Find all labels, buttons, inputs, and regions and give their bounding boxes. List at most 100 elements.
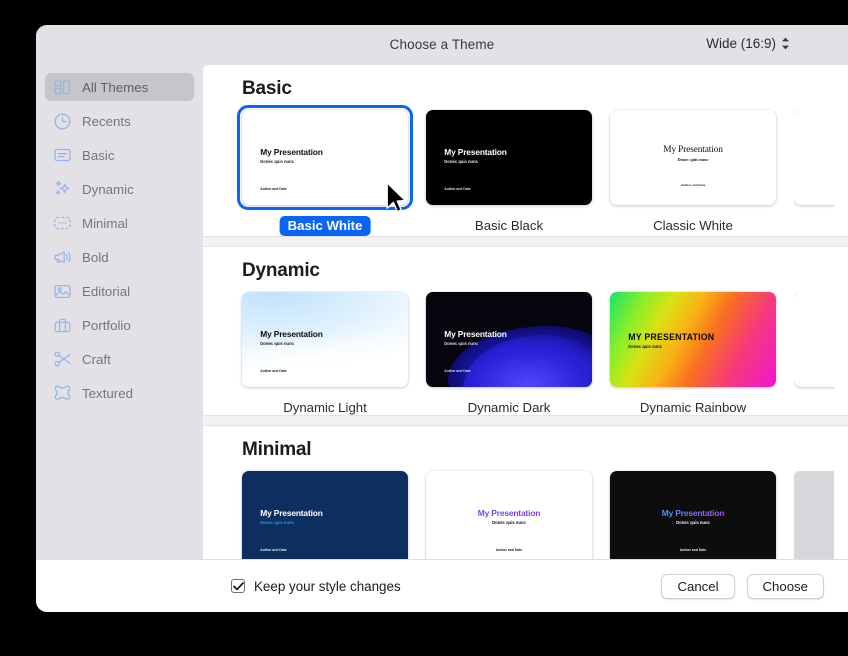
clock-icon xyxy=(53,112,72,131)
chevron-up-down-icon xyxy=(781,37,790,50)
sidebar-item-craft[interactable]: Craft xyxy=(45,345,194,373)
theme-card-basic-black[interactable]: My Presentation Donec quis nunc Author a… xyxy=(426,110,592,236)
sidebar-item-all-themes[interactable]: All Themes xyxy=(45,73,194,101)
theme-thumbnail: My Presentation Donec quis nunc Author a… xyxy=(610,471,776,559)
slide-subtitle: Donec quis nunc xyxy=(260,158,294,164)
sidebar-item-portfolio[interactable]: Portfolio xyxy=(45,311,194,339)
section-title: Basic xyxy=(242,78,292,99)
sidebar-item-recents[interactable]: Recents xyxy=(45,107,194,135)
sidebar-item-label: Minimal xyxy=(82,215,128,231)
theme-card-minimal-white[interactable]: My Presentation Donec quis nunc Author a… xyxy=(426,471,592,559)
sidebar-item-textured[interactable]: Textured xyxy=(45,379,194,407)
theme-card-minimal-black[interactable]: My Presentation Donec quis nunc Author a… xyxy=(610,471,776,559)
sidebar-item-editorial[interactable]: Editorial xyxy=(45,277,194,305)
sidebar-item-minimal[interactable]: Minimal xyxy=(45,209,194,237)
footer-button-group: Cancel Choose xyxy=(661,573,824,599)
slide-title: My Presentation xyxy=(260,329,323,339)
slide-text-block: My Presentation Donec quis nunc xyxy=(260,147,323,164)
slide-title: My Presentation xyxy=(260,508,323,518)
theme-thumbnail xyxy=(794,292,834,387)
window-titlebar: Choose a Theme Wide (16:9) xyxy=(36,25,848,65)
sidebar-item-bold[interactable]: Bold xyxy=(45,243,194,271)
section-dynamic: Dynamic My Presentation Donec quis nunc … xyxy=(203,247,848,415)
slide-text-block: My Presentation Donec quis nunc xyxy=(260,329,323,346)
slide-text-block: My Presentation Donec quis nunc xyxy=(444,329,507,346)
theme-card-partial[interactable] xyxy=(794,110,834,236)
slide-footer: Author and Date xyxy=(260,547,287,552)
sidebar-item-label: Recents xyxy=(82,113,131,129)
slide-title: My Presentation xyxy=(444,147,507,157)
theme-card-label: Dynamic Rainbow xyxy=(639,400,747,415)
slide-text-block: My Presentation Donec quis nunc xyxy=(260,508,323,525)
slide-title: My Presentation xyxy=(444,329,507,339)
slide-subtitle: Donec quis nunc xyxy=(676,519,710,525)
slide-footer: Author and Date xyxy=(260,186,287,191)
theme-card-label: Dynamic Dark xyxy=(467,400,551,415)
theme-card-dynamic-light[interactable]: My Presentation Donec quis nunc Author a… xyxy=(242,292,408,415)
theme-card-partial[interactable] xyxy=(794,292,834,415)
theme-card-dynamic-rainbow[interactable]: MY PRESENTATION Donec quis nunc Dynamic … xyxy=(610,292,776,415)
slide-footer: Author and Date xyxy=(495,547,523,552)
theme-card-dynamic-dark[interactable]: My Presentation Donec quis nunc Author a… xyxy=(426,292,592,415)
slide-subtitle: Donec quis nunc xyxy=(444,340,478,346)
theme-thumbnail: MY PRESENTATION Donec quis nunc xyxy=(610,292,776,387)
theme-thumbnail xyxy=(794,110,834,205)
photo-icon xyxy=(53,282,72,301)
checkmark-icon xyxy=(231,579,245,593)
section-title: Minimal xyxy=(242,439,312,460)
texture-frame-icon xyxy=(53,384,72,403)
dialog-footer: Keep your style changes Cancel Choose xyxy=(36,559,848,612)
theme-row: My Presentation Donec quis nunc Author a… xyxy=(203,471,848,559)
slide-subtitle: Donec quis nunc xyxy=(677,156,709,162)
theme-row: My Presentation Donec quis nunc Author a… xyxy=(203,105,848,236)
choose-button[interactable]: Choose xyxy=(746,573,824,599)
sidebar-item-label: All Themes xyxy=(82,79,149,95)
card-icon xyxy=(53,146,72,165)
theme-thumbnail: My Presentation Donec quis nunc Author a… xyxy=(610,110,776,205)
sidebar-item-label: Editorial xyxy=(82,283,131,299)
slide-text-block: My Presentation Donec quis nunc xyxy=(444,147,507,164)
slide-text-block: My Presentation Donec quis nunc xyxy=(610,508,776,525)
sidebar-item-dynamic[interactable]: Dynamic xyxy=(45,175,194,203)
slide-footer: Author and Date xyxy=(444,368,471,373)
slide-title: My Presentation xyxy=(426,508,592,518)
theme-row: My Presentation Donec quis nunc Author a… xyxy=(203,292,848,415)
slide-title: MY PRESENTATION xyxy=(628,331,715,342)
category-sidebar: All Themes Recents Basic Dynamic Minimal… xyxy=(36,65,203,559)
theme-thumbnail: My Presentation Donec quis nunc Author a… xyxy=(242,292,408,387)
theme-thumbnail xyxy=(794,471,834,559)
theme-card-minimal-navy[interactable]: My Presentation Donec quis nunc Author a… xyxy=(242,471,408,559)
sidebar-item-label: Textured xyxy=(82,385,133,401)
scissors-icon xyxy=(53,350,72,369)
cancel-button[interactable]: Cancel xyxy=(661,573,735,599)
slide-title: My Presentation xyxy=(663,145,723,156)
theme-card-basic-white[interactable]: My Presentation Donec quis nunc Author a… xyxy=(237,105,413,236)
keep-style-changes-label: Keep your style changes xyxy=(254,578,401,594)
megaphone-icon xyxy=(53,248,72,267)
sidebar-item-label: Portfolio xyxy=(82,317,131,333)
theme-card-classic-white[interactable]: My Presentation Donec quis nunc Author a… xyxy=(610,110,776,236)
section-title: Dynamic xyxy=(242,260,320,281)
theme-card-label: Basic Black xyxy=(474,218,544,233)
keep-style-changes-checkbox[interactable]: Keep your style changes xyxy=(231,579,401,594)
theme-scroll-area[interactable]: Basic My Presentation Donec quis nunc Au… xyxy=(203,65,848,559)
slide-text-block: MY PRESENTATION Donec quis nunc xyxy=(628,331,715,350)
grid-icon xyxy=(53,78,72,97)
aspect-ratio-stepper[interactable]: Wide (16:9) xyxy=(706,36,790,51)
sidebar-item-basic[interactable]: Basic xyxy=(45,141,194,169)
theme-card-partial[interactable] xyxy=(794,471,834,559)
slide-subtitle: Donec quis nunc xyxy=(444,158,478,164)
section-divider xyxy=(203,236,848,247)
theme-card-label: Dynamic Light xyxy=(283,400,367,415)
slide-footer: Author and Date xyxy=(680,182,706,187)
section-basic: Basic My Presentation Donec quis nunc Au… xyxy=(203,65,848,236)
theme-grid-panel: Basic My Presentation Donec quis nunc Au… xyxy=(203,65,848,559)
slide-title: My Presentation xyxy=(610,508,776,518)
slide-footer: Author and Date xyxy=(444,186,471,191)
theme-thumbnail: My Presentation Donec quis nunc Author a… xyxy=(242,110,408,205)
slide-subtitle: Donec quis nunc xyxy=(492,519,526,525)
sidebar-item-label: Dynamic xyxy=(82,181,134,197)
theme-chooser-window: Choose a Theme Wide (16:9) All Themes Re… xyxy=(36,25,848,612)
theme-card-label: Basic White xyxy=(279,216,371,236)
sidebar-item-label: Bold xyxy=(82,249,109,265)
